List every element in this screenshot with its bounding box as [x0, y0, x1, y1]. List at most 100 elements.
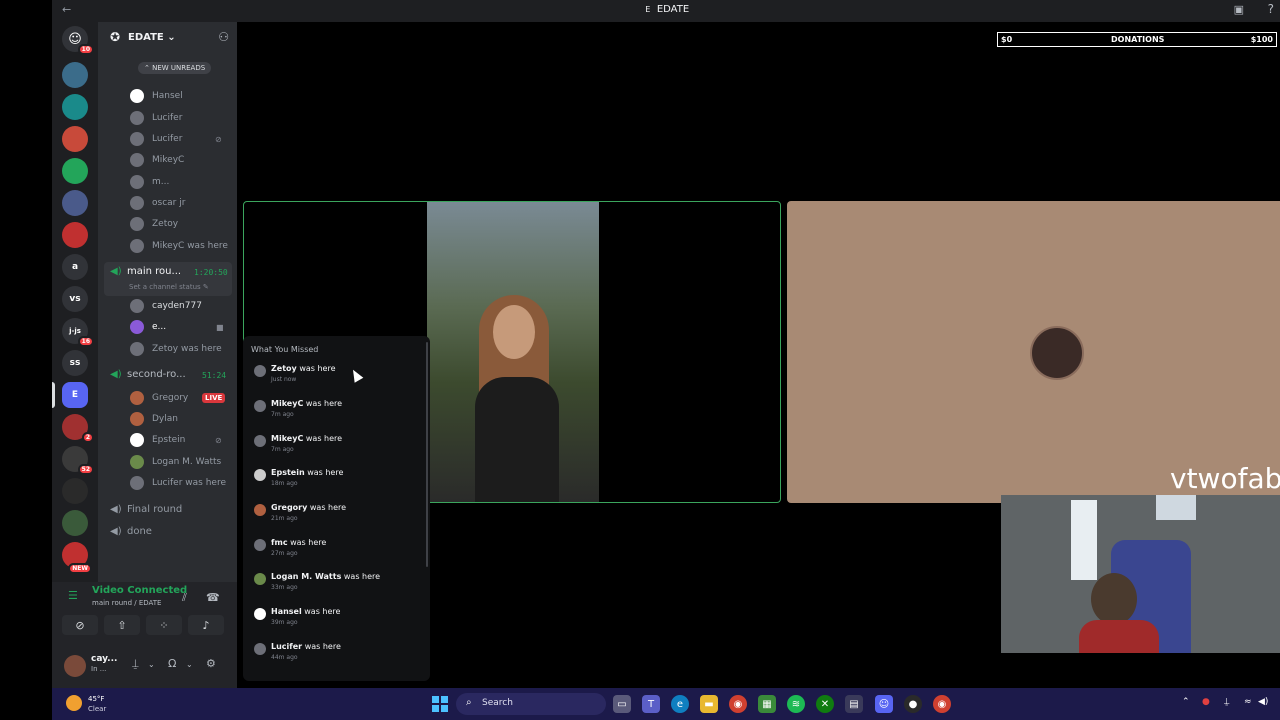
voice-user[interactable]: cayden777 [130, 297, 202, 315]
server-icon[interactable] [62, 190, 88, 216]
avatar[interactable] [64, 655, 86, 677]
volume-icon[interactable]: ◀) [1258, 697, 1268, 707]
file-explorer-icon[interactable]: ▬ [700, 695, 718, 713]
channel-done[interactable]: ◀) done [110, 526, 152, 537]
list-item[interactable]: MikeyC was here 7m ago [251, 434, 421, 466]
soundboard-button[interactable]: ♪ [188, 615, 224, 635]
sun-icon [66, 695, 82, 711]
voice-user[interactable]: Dylan [130, 410, 178, 428]
camera-button[interactable]: ⊘ [62, 615, 98, 635]
voice-status[interactable]: Video Connected [92, 585, 187, 596]
timestamp: 39m ago [271, 619, 298, 626]
voice-user[interactable]: oscar jr [130, 194, 185, 212]
list-item[interactable]: Epstein was here 18m ago [251, 468, 421, 500]
list-item[interactable]: Gregory was here 21m ago [251, 503, 421, 535]
channel-final-round[interactable]: ◀) Final round [110, 504, 182, 515]
voice-user[interactable]: Logan M. Watts [130, 453, 221, 471]
chevron-up-icon[interactable]: ⌃ [1182, 697, 1190, 707]
server-icon[interactable]: 2 [62, 414, 94, 443]
disconnect-icon[interactable]: ☎ [206, 591, 220, 604]
was-here-entry[interactable]: Lucifer was here [130, 474, 226, 492]
voice-user[interactable]: Hansel [130, 87, 183, 105]
microphone-icon[interactable]: ⍊ [1224, 697, 1229, 707]
avatar [254, 608, 266, 620]
voice-user[interactable]: m... [130, 173, 169, 191]
spotify-icon[interactable]: ≋ [787, 695, 805, 713]
new-unreads-pill[interactable]: ⌃ NEW UNREADS [138, 62, 212, 74]
server-icon[interactable] [62, 222, 88, 248]
list-item[interactable]: Lucifer was here 44m ago [251, 642, 421, 674]
windows-logo-tile [441, 696, 448, 703]
chevron-down-icon[interactable]: ⌄ [186, 660, 193, 669]
wifi-icon[interactable]: ≈ [1244, 697, 1252, 707]
taskbar-search[interactable]: ⌕ Search [456, 693, 606, 715]
edge-icon[interactable]: e [671, 695, 689, 713]
server-icon[interactable]: 52 [62, 446, 94, 475]
server-edate[interactable]: E [62, 382, 88, 408]
channel-status[interactable]: Set a channel status ✎ [129, 283, 209, 291]
chrome-icon[interactable]: ◉ [729, 695, 747, 713]
voice-user[interactable]: Lucifer ⊘ [130, 130, 222, 148]
server-icon[interactable] [62, 126, 88, 152]
voice-user[interactable]: Gregory [130, 389, 188, 407]
server-icon[interactable] [62, 94, 88, 120]
was-here-text: was here [305, 399, 343, 408]
noise-suppression-icon[interactable]: ⫽ [182, 591, 187, 605]
server-vs[interactable]: vs [62, 286, 88, 312]
channel-main-round[interactable]: ◀) main rou... [110, 266, 181, 277]
server-icon[interactable] [62, 478, 88, 504]
guild-boost-icon: ✪ [110, 30, 121, 44]
store-icon[interactable]: ▤ [845, 695, 863, 713]
was-here-text: was here [343, 572, 381, 581]
server-icon[interactable] [62, 158, 88, 184]
server-ss[interactable]: ss [62, 350, 88, 376]
voice-channel-path[interactable]: main round / EDATE [92, 599, 161, 607]
microphone-icon[interactable]: ⍊ [132, 657, 139, 671]
speaker-icon: ◀) [110, 504, 122, 515]
avatar [254, 365, 266, 377]
list-item[interactable]: fmc was here 27m ago [251, 538, 421, 570]
scrollbar[interactable] [426, 342, 428, 567]
server-home[interactable]: ☺ 10 [62, 26, 94, 55]
screen-share-button[interactable]: ⇧ [104, 615, 140, 635]
list-item[interactable]: Logan M. Watts was here 33m ago [251, 572, 421, 604]
list-item[interactable]: Hansel was here 39m ago [251, 607, 421, 639]
voice-user[interactable]: Lucifer [130, 109, 182, 127]
was-here-entry[interactable]: MikeyC was here [130, 237, 228, 255]
start-button[interactable] [432, 696, 448, 712]
list-item[interactable]: Zetoy was here Just now [251, 364, 421, 396]
user-name[interactable]: cay... [91, 654, 117, 664]
was-here-entry[interactable]: Zetoy was here [130, 340, 222, 358]
voice-user[interactable]: e... ■ [130, 318, 224, 336]
server-jjs[interactable]: j-js 16 [62, 318, 94, 347]
signal-icon[interactable]: ☰ [68, 589, 78, 602]
obs-icon[interactable]: ● [904, 695, 922, 713]
activities-button[interactable]: ⁘ [146, 615, 182, 635]
inbox-icon[interactable]: ▣ [1234, 3, 1244, 16]
task-view-icon[interactable]: ▭ [613, 695, 631, 713]
headphones-icon[interactable]: Ω [168, 657, 176, 670]
gear-icon[interactable]: ⚙ [206, 657, 216, 670]
voice-user[interactable]: MikeyC [130, 151, 184, 169]
server-a[interactable]: a [62, 254, 88, 280]
chrome-icon[interactable]: ◉ [933, 695, 951, 713]
voice-user[interactable]: Epstein ⊘ [130, 431, 222, 449]
tray-app-icon[interactable]: ● [1202, 697, 1210, 707]
avatar [130, 217, 144, 231]
minecraft-icon[interactable]: ▦ [758, 695, 776, 713]
chevron-down-icon[interactable]: ⌄ [148, 660, 155, 669]
xbox-icon[interactable]: ✕ [816, 695, 834, 713]
guild-header[interactable]: ✪ EDATE ⌄ ⚇ [98, 22, 237, 54]
server-icon[interactable] [62, 62, 88, 88]
video-tile-avatar[interactable] [787, 201, 1280, 503]
discord-icon[interactable]: ☺ [875, 695, 893, 713]
teams-icon[interactable]: T [642, 695, 660, 713]
list-item[interactable]: MikeyC was here 7m ago [251, 399, 421, 431]
channel-second-round[interactable]: ◀) second-ro... [110, 369, 186, 380]
server-badge: 16 [77, 336, 94, 347]
help-icon[interactable]: ? [1268, 2, 1274, 16]
server-icon[interactable] [62, 510, 88, 536]
invite-people-icon[interactable]: ⚇ [218, 30, 229, 44]
server-icon[interactable]: NEW [62, 542, 92, 574]
voice-user[interactable]: Zetoy [130, 215, 178, 233]
